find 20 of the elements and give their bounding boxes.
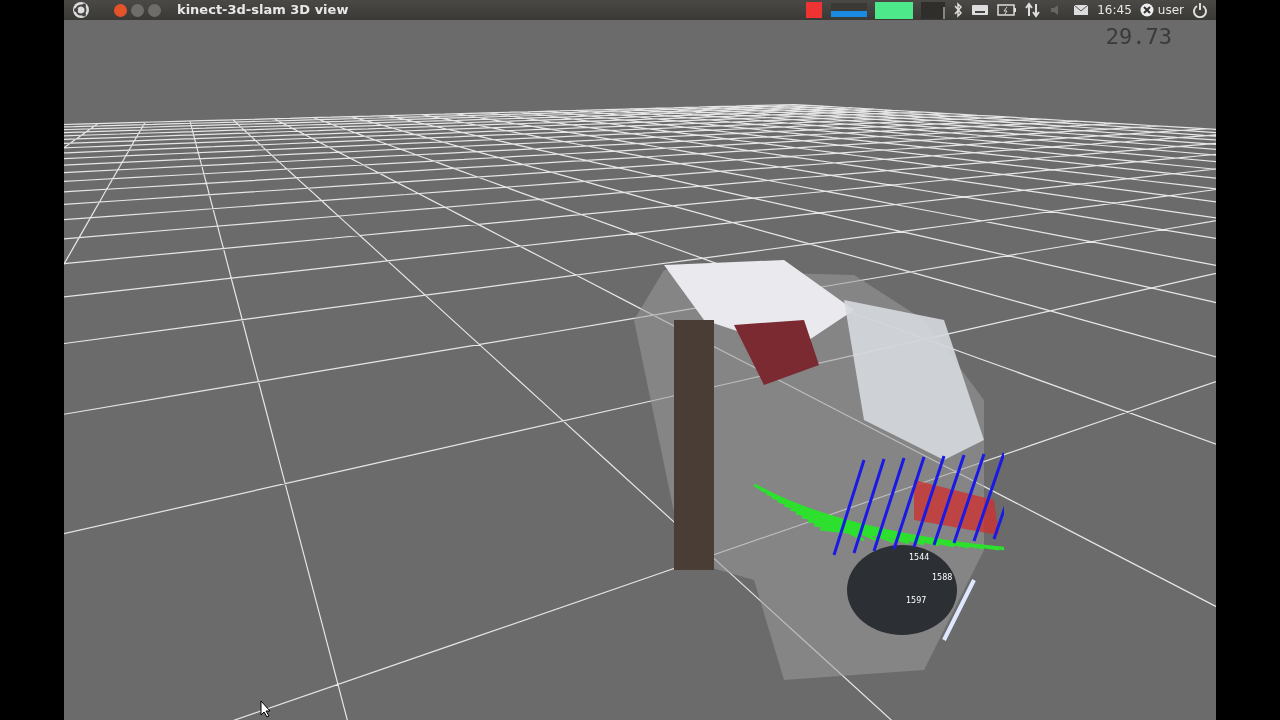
record-indicator-icon[interactable] (805, 1, 824, 19)
ubuntu-logo-icon[interactable] (72, 1, 90, 19)
node-label: 1597 (906, 595, 927, 607)
clock-text[interactable]: 16:45 (1097, 1, 1132, 19)
memory-meter-icon[interactable] (875, 1, 914, 19)
power-icon[interactable] (1192, 2, 1208, 18)
window-title: kinect-3d-slam 3D view (177, 1, 349, 20)
close-button[interactable] (114, 3, 127, 17)
mail-icon[interactable] (1073, 4, 1090, 16)
network-meter-icon[interactable] (921, 1, 946, 19)
battery-icon[interactable] (997, 3, 1018, 17)
user-name[interactable]: user (1157, 1, 1184, 19)
cpu-meter-icon[interactable] (831, 1, 868, 19)
keyboard-icon[interactable] (971, 3, 990, 17)
user-status-icon[interactable] (1139, 3, 1154, 17)
node-label: 1588 (932, 572, 953, 584)
mouse-cursor-icon (260, 700, 272, 718)
node-label: 1544 (909, 552, 930, 564)
bluetooth-icon[interactable] (953, 2, 964, 18)
network-arrows-icon[interactable] (1025, 2, 1042, 18)
